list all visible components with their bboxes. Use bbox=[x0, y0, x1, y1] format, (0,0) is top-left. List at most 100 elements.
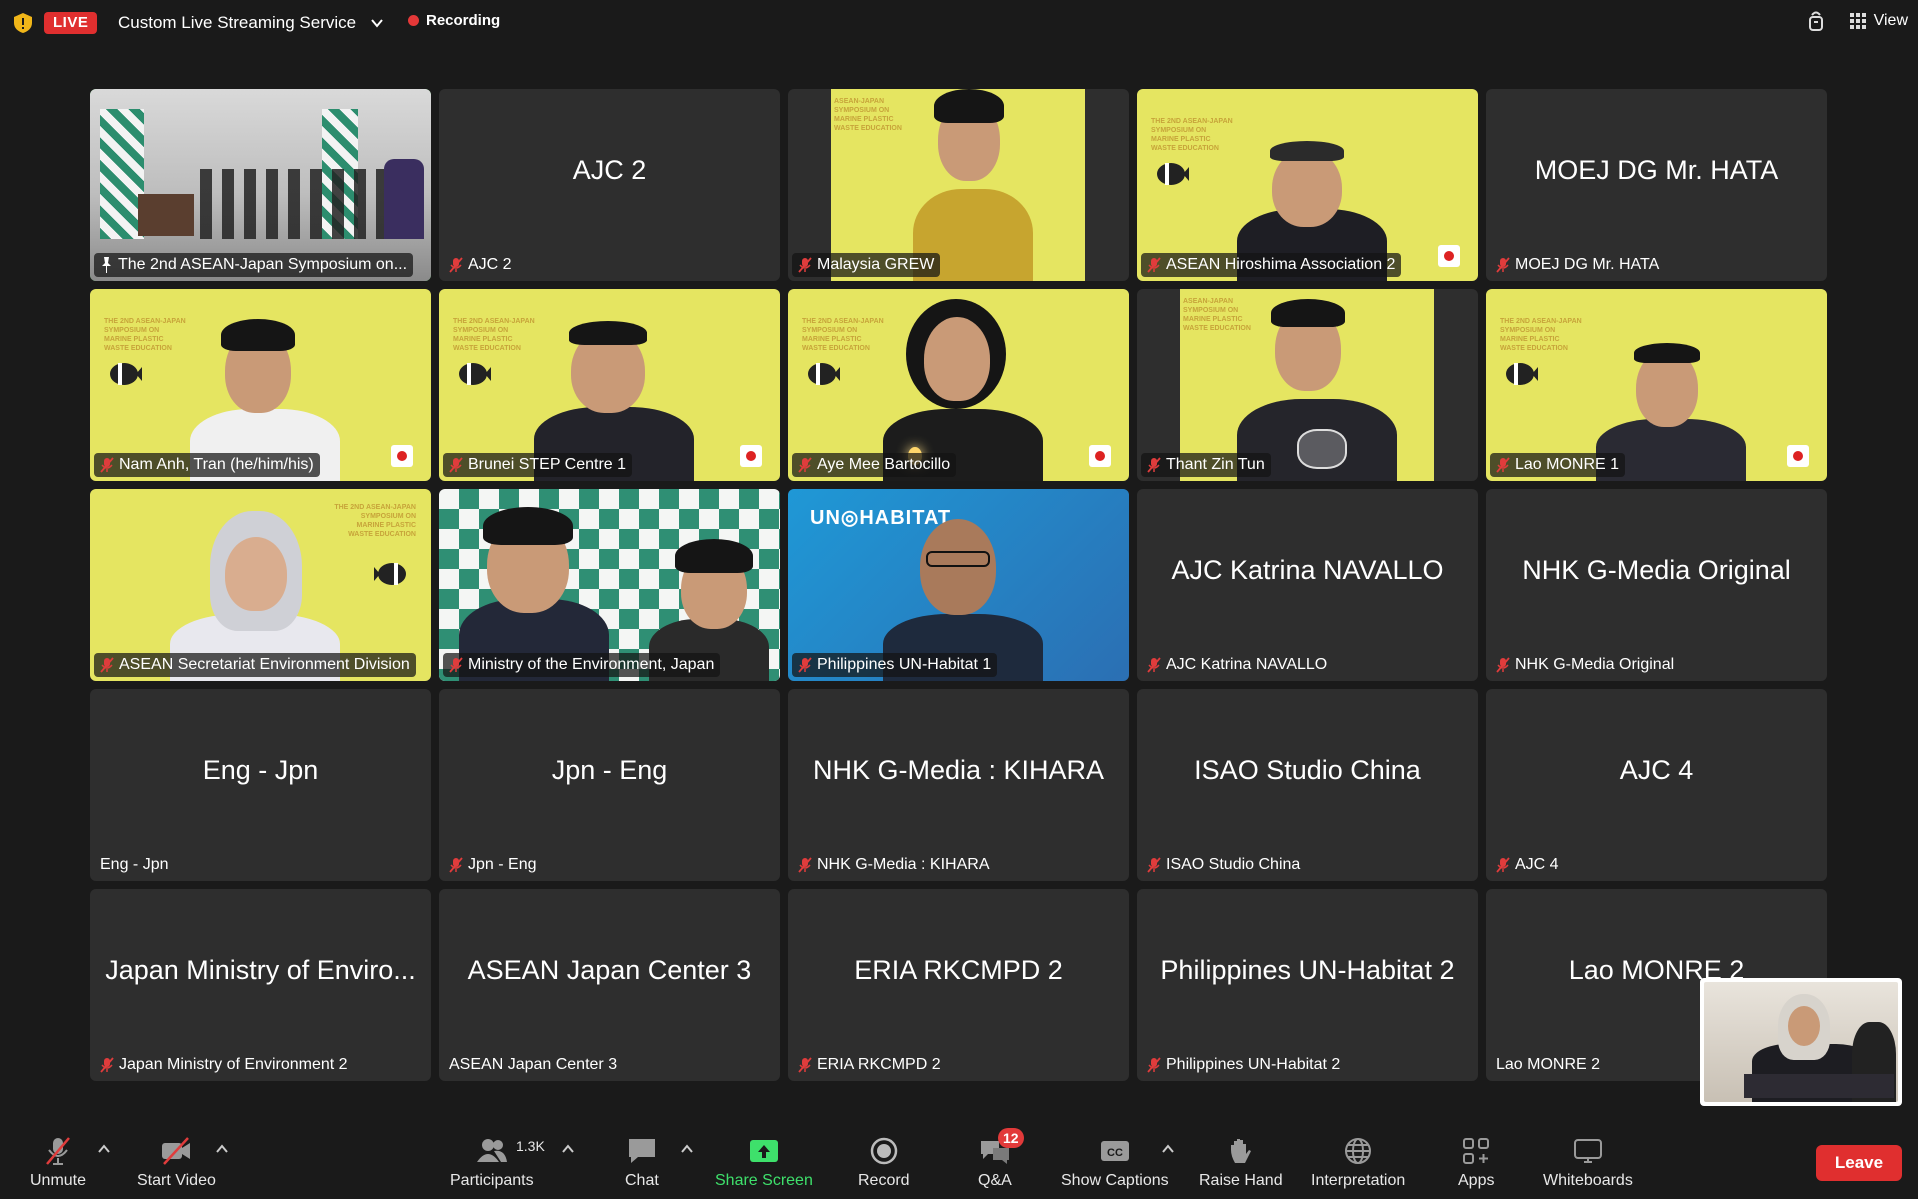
video-tile[interactable]: NHK G-Media Original NHK G-Media Origina… bbox=[1486, 489, 1827, 681]
raise-hand-button[interactable]: Raise Hand bbox=[1199, 1136, 1283, 1190]
record-button[interactable]: Record bbox=[858, 1136, 910, 1190]
video-tile[interactable]: ERIA RKCMPD 2 ERIA RKCMPD 2 bbox=[788, 889, 1129, 1081]
muted-mic-icon bbox=[449, 457, 463, 473]
participants-options-caret-icon[interactable] bbox=[562, 1144, 574, 1154]
video-tile[interactable]: ASEAN Japan Center 3 ASEAN Japan Center … bbox=[439, 889, 780, 1081]
audio-options-caret-icon[interactable] bbox=[98, 1144, 110, 1154]
record-icon bbox=[870, 1137, 898, 1165]
video-tile[interactable]: Philippines UN-Habitat 2 Philippines UN-… bbox=[1137, 889, 1478, 1081]
participant-name: Japan Ministry of Environment 2 bbox=[119, 1056, 348, 1073]
participant-name-tag: Philippines UN-Habitat 1 bbox=[792, 653, 998, 677]
video-tile[interactable]: THE 2nd ASEAN-JAPAN SYMPOSIUM ON MARINE PL… bbox=[90, 289, 431, 481]
participant-display-name: Japan Ministry of Enviro... bbox=[105, 954, 416, 985]
participant-name: ASEAN Japan Center 3 bbox=[449, 1056, 618, 1073]
live-streaming-dropdown[interactable]: Custom Live Streaming Service bbox=[106, 8, 396, 38]
video-tile[interactable]: AJC Katrina NAVALLO AJC Katrina NAVALLO bbox=[1137, 489, 1478, 681]
poster-graphic: THE 2nd ASEAN-JAPAN SYMPOSIUM ON MARINE PL… bbox=[104, 318, 186, 352]
participant-name-tag: Lao MONRE 1 bbox=[1490, 453, 1626, 477]
video-tile[interactable]: ISAO Studio China ISAO Studio China bbox=[1137, 689, 1478, 881]
apps-button[interactable]: Apps bbox=[1458, 1136, 1494, 1190]
poster-graphic: THE 2nd ASEAN-JAPAN SYMPOSIUM ON MARINE PL… bbox=[453, 318, 535, 352]
participant-display-name: Jpn - Eng bbox=[551, 754, 668, 785]
video-options-caret-icon[interactable] bbox=[216, 1144, 228, 1154]
video-tile[interactable]: ASEAN-JAPAN SYMPOSIUM ON MARINE PLASTIC WAS… bbox=[1137, 289, 1478, 481]
participant-name-tag: Japan Ministry of Environment 2 bbox=[94, 1053, 354, 1077]
fish-graphic-icon bbox=[808, 363, 840, 385]
qa-button[interactable]: 12 Q&A bbox=[978, 1128, 1024, 1190]
fish-graphic-icon bbox=[459, 363, 491, 385]
participant-name: Malaysia GREW bbox=[817, 256, 935, 273]
video-tile[interactable]: THE 2nd ASEAN-JAPAN SYMPOSIUM ON MARINE PL… bbox=[439, 289, 780, 481]
globe-icon bbox=[1345, 1138, 1372, 1164]
video-tile[interactable]: UN◎HABITAT Philippines UN-Habitat 1 bbox=[788, 489, 1129, 681]
leave-button[interactable]: Leave bbox=[1816, 1145, 1902, 1181]
video-tile[interactable]: THE 2nd ASEAN-JAPAN SYMPOSIUM ON MARINE PL… bbox=[90, 489, 431, 681]
participants-label: Participants bbox=[450, 1172, 534, 1189]
audio-device-icon[interactable] bbox=[1808, 10, 1824, 32]
participant-name: AJC Katrina NAVALLO bbox=[1166, 656, 1328, 673]
video-tile[interactable]: THE 2nd ASEAN-JAPAN SYMPOSIUM ON MARINE PL… bbox=[1486, 289, 1827, 481]
floating-video-thumbnail[interactable] bbox=[1700, 978, 1902, 1106]
recording-indicator[interactable]: Recording bbox=[408, 12, 500, 29]
fish-graphic-icon bbox=[1157, 163, 1189, 185]
show-captions-button[interactable]: CC Show Captions bbox=[1061, 1136, 1169, 1190]
unmute-button[interactable]: Unmute bbox=[30, 1136, 86, 1190]
video-tile[interactable]: Jpn - Eng Jpn - Eng bbox=[439, 689, 780, 881]
closed-captions-icon: CC bbox=[1100, 1141, 1129, 1161]
participants-button[interactable]: 1.3K Participants bbox=[450, 1136, 545, 1190]
video-tile[interactable]: MOEJ DG Mr. HATA MOEJ DG Mr. HATA bbox=[1486, 89, 1827, 281]
participant-name: NHK G-Media Original bbox=[1515, 656, 1675, 673]
muted-mic-icon bbox=[798, 1057, 812, 1073]
organization-logo bbox=[1089, 445, 1111, 467]
muted-mic-icon bbox=[100, 1057, 114, 1073]
share-screen-label: Share Screen bbox=[715, 1172, 813, 1189]
unmute-label: Unmute bbox=[30, 1172, 87, 1189]
participant-name-tag: ISAO Studio China bbox=[1141, 853, 1306, 877]
muted-mic-icon bbox=[1496, 657, 1510, 673]
video-tile[interactable]: Japan Ministry of Enviro... Japan Minist… bbox=[90, 889, 431, 1081]
video-tile[interactable]: AJC 4 AJC 4 bbox=[1486, 689, 1827, 881]
participant-name: ERIA RKCMPD 2 bbox=[817, 1056, 941, 1073]
grid-view-icon bbox=[1849, 13, 1866, 29]
participant-name-tag: The 2nd ASEAN-Japan Symposium on... bbox=[94, 253, 414, 277]
interpretation-button[interactable]: Interpretation bbox=[1311, 1136, 1405, 1190]
captions-options-caret-icon[interactable] bbox=[1162, 1144, 1174, 1154]
live-badge[interactable]: LIVE bbox=[44, 12, 98, 34]
participant-display-name: Philippines UN-Habitat 2 bbox=[1160, 954, 1455, 985]
chat-button[interactable]: Chat bbox=[625, 1136, 659, 1190]
participants-count: 1.3K bbox=[516, 1138, 545, 1154]
participant-name: Lao MONRE 1 bbox=[1515, 456, 1620, 473]
video-tile[interactable]: NHK G-Media : KIHARA NHK G-Media : KIHAR… bbox=[788, 689, 1129, 881]
participant-name-tag: Lao MONRE 2 bbox=[1490, 1053, 1606, 1077]
start-video-button[interactable]: Start Video bbox=[137, 1136, 216, 1190]
participant-name: ASEAN Hiroshima Association 2 bbox=[1166, 256, 1396, 273]
video-tile[interactable]: THE 2nd ASEAN-JAPAN SYMPOSIUM ON MARINE PL… bbox=[788, 289, 1129, 481]
muted-mic-icon bbox=[1496, 257, 1510, 273]
view-button[interactable]: View bbox=[1849, 12, 1908, 30]
video-tile[interactable]: Ministry of the Environment, Japan bbox=[439, 489, 780, 681]
participant-name-tag: ERIA RKCMPD 2 bbox=[792, 1053, 947, 1077]
whiteboard-icon bbox=[1573, 1139, 1602, 1163]
participant-display-name: Eng - Jpn bbox=[202, 754, 319, 785]
shield-warning-icon[interactable] bbox=[14, 13, 32, 33]
meeting-toolbar: Unmute Start Video 1.3K Participants Cha… bbox=[0, 1126, 1918, 1199]
video-tile[interactable]: Eng - Jpn Eng - Jpn bbox=[90, 689, 431, 881]
chat-options-caret-icon[interactable] bbox=[681, 1144, 693, 1154]
muted-mic-icon bbox=[449, 257, 463, 273]
share-screen-button[interactable]: Share Screen bbox=[715, 1136, 813, 1190]
video-tile[interactable]: ASEAN-JAPAN SYMPOSIUM ON MARINE PLASTIC WAS… bbox=[788, 89, 1129, 281]
chat-label: Chat bbox=[625, 1172, 659, 1189]
muted-mic-icon bbox=[449, 857, 463, 873]
whiteboards-button[interactable]: Whiteboards bbox=[1543, 1136, 1633, 1190]
video-tile[interactable]: THE 2nd ASEAN-JAPAN SYMPOSIUM ON MARINE PL… bbox=[1137, 89, 1478, 281]
video-tile[interactable]: AJC 2 AJC 2 bbox=[439, 89, 780, 281]
participant-name-tag: Thant Zin Tun bbox=[1141, 453, 1271, 477]
participant-display-name: ASEAN Japan Center 3 bbox=[467, 954, 752, 985]
video-tile[interactable]: The 2nd ASEAN-Japan Symposium on... bbox=[90, 89, 431, 281]
participant-name-tag: MOEJ DG Mr. HATA bbox=[1490, 253, 1665, 277]
recording-label: Recording bbox=[426, 12, 501, 29]
participant-display-name: NHK G-Media Original bbox=[1522, 554, 1791, 585]
svg-text:CC: CC bbox=[1107, 1147, 1123, 1159]
participant-display-name: AJC 4 bbox=[1619, 754, 1694, 785]
participant-name-tag: NHK G-Media : KIHARA bbox=[792, 853, 995, 877]
